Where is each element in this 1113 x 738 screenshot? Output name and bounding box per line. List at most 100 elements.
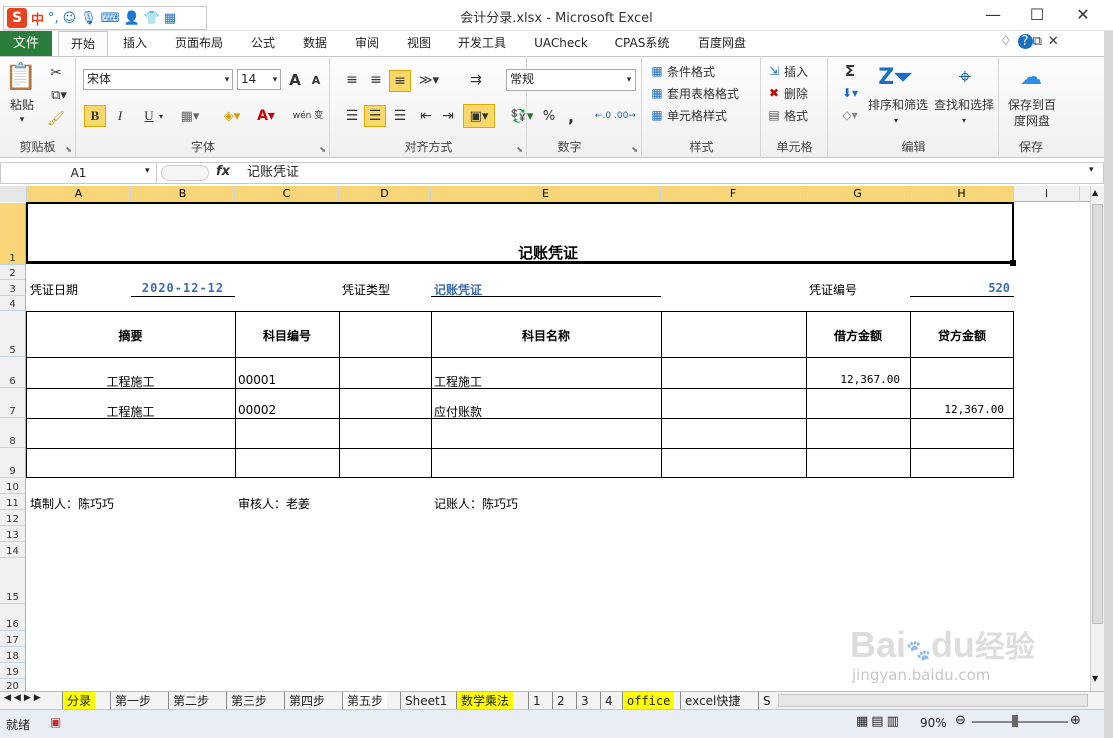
close-button[interactable]: ✕ [1068,4,1098,26]
sort-dropdown-icon[interactable]: ▾ [891,114,901,126]
increase-decimal-icon[interactable]: ←.0 [592,105,614,127]
tab-view[interactable]: 视图 [396,31,442,56]
paste-dropdown-icon[interactable]: ▾ [14,114,30,126]
sheet-tab[interactable]: 第三步 [226,692,271,710]
row-header-1[interactable]: 1 [0,203,26,265]
row-header-7[interactable]: 7 [0,388,26,418]
tab-baidu-pan[interactable]: 百度网盘 [690,31,754,56]
column-header-g[interactable]: G [806,186,910,202]
tab-review[interactable]: 审阅 [344,31,390,56]
row-header-2[interactable]: 2 [0,265,26,280]
currency-icon[interactable]: 💱▾ [506,105,538,127]
tab-uacheck[interactable]: UACheck [528,31,594,56]
column-header-i[interactable]: I [1014,186,1080,202]
percent-button[interactable]: % [540,105,558,127]
shrink-font-button[interactable]: A [307,71,325,90]
restore-icon[interactable]: ⧉ [1033,34,1048,49]
sort-filter-button[interactable]: 排序和筛选 [867,96,929,112]
tab-data[interactable]: 数据 [292,31,338,56]
tab-home[interactable]: 开始 [58,31,108,56]
row-header-8[interactable]: 8 [0,418,26,448]
row-header-3[interactable]: 3 [0,280,26,296]
font-color-icon[interactable]: A▾ [251,105,281,127]
insert-cells-button[interactable]: 插入 [784,62,826,80]
sheet-tab[interactable]: 2 [552,692,569,710]
vertical-scrollbar[interactable]: ▲ ▼ [1090,186,1104,691]
border-icon[interactable]: ▦▾ [175,105,205,127]
zoom-level[interactable]: 90% [920,716,947,730]
expand-formula-icon[interactable]: ▾ [1089,165,1094,175]
font-size-dropdown-icon[interactable]: ▾ [270,70,280,89]
maximize-button[interactable]: ☐ [1022,4,1052,26]
delete-cells-button[interactable]: 删除 [784,84,826,102]
row-header-16[interactable]: 16 [0,604,26,631]
font-name-dropdown-icon[interactable]: ▾ [222,70,232,89]
normal-view-icon[interactable]: ▦ [856,714,871,729]
sheet-tab[interactable]: S [758,692,774,710]
row-header-4[interactable]: 4 [0,296,26,311]
clear-icon[interactable]: ◇▾ [837,106,863,124]
number-format-select[interactable]: 常规 [506,69,636,91]
worksheet-grid[interactable]: A B C D E F G H I 1 2 3 4 5 6 7 8 9 10 1… [0,186,1104,691]
format-cells-button[interactable]: 格式 [784,106,826,124]
font-launcher-icon[interactable]: ⬊ [319,145,326,154]
insert-function-icon[interactable]: fx [216,164,230,179]
sheet-tab[interactable]: Sheet1 [400,692,451,710]
row-header-17[interactable]: 17 [0,631,26,647]
save-to-baidu-button[interactable]: 保存到百度网盘 [1004,96,1060,130]
column-header-e[interactable]: E [431,186,661,202]
sheet-tab[interactable]: 数学乘法 [456,692,514,710]
paste-icon[interactable]: 📋 [5,60,37,94]
orientation-icon[interactable]: ≫▾ [415,70,443,90]
row-header-20[interactable]: 20 [0,679,26,691]
row-header-13[interactable]: 13 [0,526,26,542]
tab-cpas[interactable]: CPAS系统 [608,31,676,56]
merge-center-icon[interactable]: ▣▾ [463,104,495,128]
row-header-10[interactable]: 10 [0,478,26,494]
zoom-slider[interactable] [972,721,1068,723]
sheet-tab[interactable]: 4 [600,692,617,710]
name-box[interactable]: A1 [1,163,157,183]
find-dropdown-icon[interactable]: ▾ [959,114,969,126]
row-header-19[interactable]: 19 [0,663,26,679]
comma-button[interactable]: , [562,105,580,127]
sheet-tab[interactable]: 3 [576,692,593,710]
column-header-c[interactable]: C [235,186,339,202]
page-break-icon[interactable]: ▥ [887,714,902,729]
grow-font-button[interactable]: A [285,69,305,90]
zoom-out-icon[interactable]: ⊖ [955,713,966,728]
phonetic-guide-button[interactable]: wén 变 [291,103,325,129]
help-icon[interactable]: ? [1017,34,1033,49]
bold-button[interactable]: B [84,105,106,127]
scroll-thumb[interactable] [1092,204,1103,624]
tab-insert[interactable]: 插入 [112,31,158,56]
select-all-corner[interactable] [0,186,27,202]
increase-indent-icon[interactable]: ⇥ [437,105,459,127]
row-header-6[interactable]: 6 [0,357,26,388]
wrap-text-icon[interactable]: ⇉ [465,70,487,90]
row-header-15[interactable]: 15 [0,558,26,604]
number-launcher-icon[interactable]: ⬊ [631,145,638,154]
clipboard-launcher-icon[interactable]: ⬊ [65,145,72,154]
minimize-button[interactable]: — [978,4,1008,26]
formula-content[interactable]: 记账凭证 [247,164,299,182]
decrease-indent-icon[interactable]: ⇤ [415,105,437,127]
column-header-h[interactable]: H [910,186,1014,202]
tab-developer[interactable]: 开发工具 [450,31,514,56]
row-header-11[interactable]: 11 [0,494,26,510]
format-painter-icon[interactable]: 🖌 [46,110,66,128]
column-header-d[interactable]: D [339,186,431,202]
cut-icon[interactable]: ✂ [46,64,66,82]
horizontal-scrollbar[interactable] [778,694,1088,707]
tab-page-layout[interactable]: 页面布局 [166,31,232,56]
sheet-tab-active[interactable]: 第五步 [342,692,388,710]
align-middle-icon[interactable]: ≡ [365,70,387,90]
align-right-icon[interactable]: ☰ [389,105,411,127]
sheet-tab[interactable]: 1 [528,692,545,710]
row-header-5[interactable]: 5 [0,311,26,357]
align-center-icon[interactable]: ☰ [364,105,386,127]
macro-record-icon[interactable]: ▣ [50,715,61,729]
cell-styles-button[interactable]: 单元格样式 [667,106,757,124]
sheet-tab[interactable]: 第四步 [284,692,329,710]
sheet-tab[interactable]: 分录 [62,692,96,710]
